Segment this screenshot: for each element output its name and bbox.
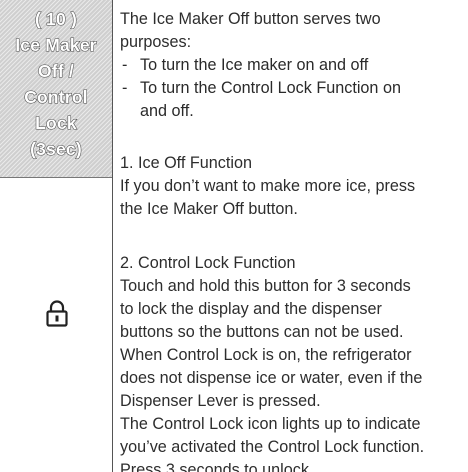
section-text: The Control Lock icon lights up to indic… (120, 415, 421, 433)
label-number: ( 10 ) (34, 8, 78, 29)
label-line-control: Control (24, 86, 89, 107)
bullet-text: and off. (140, 102, 194, 120)
button-label-cell: ( 10 ) Ice Maker Off / Control Lock (3se… (0, 0, 112, 178)
label-line-lock: Lock (35, 112, 78, 133)
section-text: Touch and hold this button for 3 seconds (120, 277, 411, 295)
section-text: buttons so the buttons can not be used. (120, 323, 404, 341)
section-text: If you don’t want to make more ice, pres… (120, 177, 416, 195)
label-line-duration: (3sec) (30, 138, 83, 159)
section-text: When Control Lock is on, the refrigerato… (120, 346, 412, 364)
bullet-dash: - (122, 56, 128, 74)
section-text: Dispenser Lever is pressed. (120, 392, 321, 410)
column-divider (112, 0, 113, 472)
section-heading-control-lock: 2. Control Lock Function (120, 254, 296, 272)
lock-icon (46, 300, 68, 327)
section-text: does not dispense ice or water, even if … (120, 369, 423, 387)
intro-line-1: The Ice Maker Off button serves two (120, 10, 381, 28)
section-text: the Ice Maker Off button. (120, 200, 298, 218)
section-text: you’ve activated the Control Lock functi… (120, 438, 425, 456)
label-column: ( 10 ) Ice Maker Off / Control Lock (3se… (0, 0, 112, 472)
label-line-ice-maker: Ice Maker (15, 34, 97, 55)
label-line-off: Off / (37, 60, 74, 81)
section-text: to lock the display and the dispenser (120, 300, 382, 318)
intro-line-2: purposes: (120, 33, 192, 51)
bullet-text: To turn the Control Lock Function on (140, 79, 401, 97)
section-heading-ice-off: 1. Ice Off Function (120, 154, 252, 172)
bullet-text: To turn the Ice maker on and off (140, 56, 369, 74)
section-text: Press 3 seconds to unlock. (120, 461, 314, 472)
bullet-dash: - (122, 79, 128, 97)
